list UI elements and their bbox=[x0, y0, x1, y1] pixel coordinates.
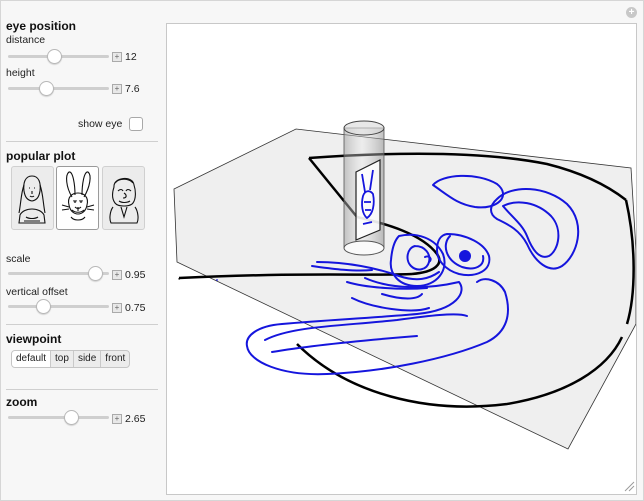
viewpoint-top-button[interactable]: top bbox=[51, 351, 74, 367]
divider bbox=[6, 324, 158, 325]
vertical-offset-slider-track bbox=[8, 305, 109, 308]
viewpoint-title: viewpoint bbox=[6, 332, 62, 346]
viewpoint-side-button[interactable]: side bbox=[74, 351, 102, 367]
vertical-offset-plus-icon[interactable]: + bbox=[112, 303, 122, 313]
height-value: 7.6 bbox=[125, 83, 140, 95]
resize-grip-icon[interactable] bbox=[624, 481, 635, 492]
scale-value: 0.95 bbox=[125, 269, 146, 281]
mona-lisa-icon bbox=[18, 175, 46, 224]
anamorphic-scene bbox=[173, 120, 637, 492]
cartoon-man-icon bbox=[109, 177, 139, 224]
vertical-offset-slider[interactable] bbox=[8, 299, 109, 314]
height-slider-track bbox=[8, 87, 109, 90]
stray-dot bbox=[216, 279, 218, 281]
scale-plus-icon[interactable]: + bbox=[112, 270, 122, 280]
distance-label: distance bbox=[6, 34, 46, 46]
distance-plus-icon[interactable]: + bbox=[112, 52, 122, 62]
mirror-cylinder bbox=[343, 120, 385, 256]
scale-slider[interactable] bbox=[8, 266, 109, 281]
divider bbox=[6, 141, 158, 142]
zoom-slider-knob[interactable] bbox=[64, 410, 79, 425]
control-panel: eye position distance + 12 height + 7.6 … bbox=[0, 0, 166, 499]
options-plus-icon[interactable]: + bbox=[626, 7, 637, 18]
zoom-slider[interactable] bbox=[8, 410, 109, 425]
viewpoint-front-button[interactable]: front bbox=[101, 351, 129, 367]
vertical-offset-slider-knob[interactable] bbox=[36, 299, 51, 314]
thumbnail-mona-lisa[interactable] bbox=[11, 166, 54, 230]
height-plus-icon[interactable]: + bbox=[112, 84, 122, 94]
popular-plot-title: popular plot bbox=[6, 149, 76, 163]
zoom-slider-track bbox=[8, 416, 109, 419]
viewpoint-selector: default top side front bbox=[11, 350, 131, 368]
zoom-value: 2.65 bbox=[125, 413, 146, 425]
height-label: height bbox=[6, 67, 35, 79]
vertical-offset-value: 0.75 bbox=[125, 302, 146, 314]
distance-value: 12 bbox=[125, 51, 137, 63]
scale-label: scale bbox=[6, 253, 31, 265]
vertical-offset-label: vertical offset bbox=[6, 286, 68, 298]
eye-marker bbox=[459, 250, 471, 262]
show-eye-checkbox[interactable] bbox=[129, 117, 143, 131]
distance-slider-knob[interactable] bbox=[47, 49, 62, 64]
graphics-3d-view[interactable] bbox=[166, 23, 637, 495]
viewpoint-default-button[interactable]: default bbox=[12, 351, 52, 367]
eye-position-title: eye position bbox=[6, 19, 77, 33]
zoom-title: zoom bbox=[6, 395, 38, 409]
thumbnail-bugs-bunny[interactable] bbox=[56, 166, 99, 230]
thumbnail-cartoon-man[interactable] bbox=[102, 166, 145, 230]
scale-slider-knob[interactable] bbox=[88, 266, 103, 281]
distance-slider[interactable] bbox=[8, 49, 109, 64]
height-slider-knob[interactable] bbox=[39, 81, 54, 96]
divider bbox=[6, 389, 158, 390]
bugs-bunny-icon bbox=[61, 171, 95, 221]
zoom-plus-icon[interactable]: + bbox=[112, 414, 122, 424]
height-slider[interactable] bbox=[8, 81, 109, 96]
show-eye-label: show eye bbox=[78, 118, 123, 130]
